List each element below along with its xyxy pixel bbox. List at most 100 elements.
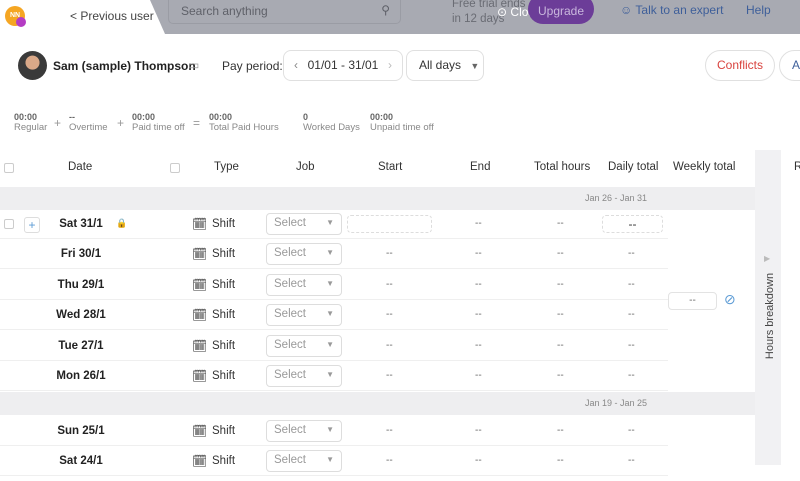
employee-name: Sam (sample) Thompson — [53, 59, 196, 73]
job-select[interactable]: Select ▼ — [266, 420, 342, 442]
col-r: R — [794, 161, 800, 173]
daily-total-value: -- — [628, 309, 635, 320]
row-type: Shift — [212, 218, 236, 230]
summary-regular: 00:00 Regular — [14, 112, 48, 133]
job-select-value: Select — [274, 369, 306, 381]
end-value[interactable]: -- — [475, 370, 482, 381]
start-value[interactable]: -- — [386, 279, 393, 290]
job-select-value: Select — [274, 454, 306, 466]
avatar — [18, 51, 47, 80]
start-value[interactable]: -- — [386, 455, 393, 466]
table-row: Tue 27/1 🗓 Shift Select ▼ -- -- -- -- — [0, 331, 668, 361]
row-date: Thu 29/1 — [57, 279, 105, 291]
end-value[interactable]: -- — [475, 425, 482, 436]
weekly-total-field[interactable]: -- — [668, 292, 717, 310]
start-input[interactable] — [347, 215, 432, 233]
pay-period-label: Pay period: — [222, 59, 283, 73]
job-select-value: Select — [274, 339, 306, 351]
select-all-checkbox[interactable] — [4, 163, 14, 173]
job-select[interactable]: Select ▼ — [266, 365, 342, 387]
start-value[interactable]: -- — [386, 425, 393, 436]
support-icon: ☺ — [620, 3, 633, 17]
job-select[interactable]: Select ▼ — [266, 274, 342, 296]
total-hours-value: -- — [557, 340, 564, 351]
table-row: Mon 26/1 🗓 Shift Select ▼ -- -- -- -- — [0, 361, 668, 391]
row-type: Shift — [212, 340, 236, 352]
calendar-icon: 🗓 — [192, 369, 208, 383]
job-select[interactable]: Select ▼ — [266, 335, 342, 357]
blocked-icon[interactable]: ⊘ — [724, 291, 736, 308]
talk-to-expert-link[interactable]: ☺ Talk to an expert — [620, 3, 723, 17]
search-input[interactable]: Search anything ⚲ — [168, 0, 401, 24]
badge-icon — [16, 17, 26, 27]
job-select[interactable]: Select ▼ — [266, 243, 342, 265]
job-select-value: Select — [274, 247, 306, 259]
add-button[interactable]: A — [779, 50, 800, 81]
start-value[interactable]: -- — [386, 248, 393, 259]
upgrade-button[interactable]: Upgrade — [528, 0, 594, 24]
col-date[interactable]: Date — [68, 161, 92, 173]
end-value[interactable]: -- — [475, 248, 482, 259]
total-hours-value: -- — [557, 309, 564, 320]
calendar-icon: 🗓 — [192, 247, 208, 261]
start-value[interactable]: -- — [386, 340, 393, 351]
row-type: Shift — [212, 279, 236, 291]
chevron-right-icon[interactable]: › — [388, 51, 392, 80]
chat-icon[interactable]: ▭ — [188, 58, 199, 72]
total-hours-value: -- — [557, 218, 564, 229]
type-checkbox[interactable] — [170, 163, 180, 173]
table-row: Fri 30/1 🗓 Shift Select ▼ -- -- -- -- — [0, 239, 668, 269]
table-row: Sat 24/1 🗓 Shift Select ▼ -- -- -- -- — [0, 446, 668, 476]
table-row: Thu 29/1 🗓 Shift Select ▼ -- -- -- -- — [0, 270, 668, 300]
pay-period-selector[interactable]: ‹ 01/01 - 31/01 › — [283, 50, 403, 81]
help-link[interactable]: Help — [746, 3, 771, 17]
search-placeholder: Search anything — [181, 4, 268, 18]
previous-user-link[interactable]: < Previous user — [70, 9, 154, 23]
daily-total-value: -- — [628, 425, 635, 436]
caret-down-icon: ▼ — [326, 218, 334, 227]
caret-down-icon: ▼ — [326, 370, 334, 379]
end-value[interactable]: -- — [475, 455, 482, 466]
chevron-left-icon[interactable]: ‹ — [294, 51, 298, 80]
row-type: Shift — [212, 309, 236, 321]
job-select-value: Select — [274, 424, 306, 436]
row-checkbox[interactable] — [4, 219, 14, 229]
total-hours-value: -- — [557, 248, 564, 259]
calendar-icon: 🗓 — [192, 308, 208, 322]
row-type: Shift — [212, 425, 236, 437]
job-select[interactable]: Select ▼ — [266, 304, 342, 326]
end-value[interactable]: -- — [475, 218, 482, 229]
days-filter-dropdown[interactable]: All days ▼ — [406, 50, 484, 81]
start-value[interactable]: -- — [386, 309, 393, 320]
col-start: Start — [378, 161, 403, 173]
job-select-value: Select — [274, 308, 306, 320]
job-select[interactable]: Select ▼ — [266, 450, 342, 472]
hours-breakdown-panel[interactable]: ▶ Hours breakdown — [755, 150, 781, 465]
summary-paid-time-off: 00:00 Paid time off — [132, 112, 185, 133]
hours-breakdown-label: Hours breakdown — [764, 272, 776, 360]
summary-unpaid: 00:00 Unpaid time off — [370, 112, 434, 133]
plus-operator: + — [117, 116, 125, 130]
job-select[interactable]: Select ▼ — [266, 213, 342, 235]
col-total-hours: Total hours — [534, 161, 591, 173]
row-type: Shift — [212, 455, 236, 467]
caret-down-icon: ▼ — [326, 279, 334, 288]
search-icon: ⚲ — [381, 3, 390, 17]
daily-total-field[interactable]: -- — [602, 215, 663, 233]
end-value[interactable]: -- — [475, 309, 482, 320]
daily-total-value: -- — [628, 248, 635, 259]
row-date: Tue 27/1 — [58, 340, 104, 352]
calendar-icon: 🗓 — [192, 339, 208, 353]
col-job: Job — [296, 161, 315, 173]
summary-total-paid: 00:00 Total Paid Hours — [209, 112, 279, 133]
week-band: Jan 19 - Jan 25 — [0, 392, 755, 415]
table-row: Sun 25/1 🗓 Shift Select ▼ -- -- -- -- — [0, 416, 668, 446]
table-row: + 🔒 Sat 31/1 🗓 Shift Select ▼ -- -- -- — [0, 209, 668, 239]
period-value: 01/01 - 31/01 — [307, 58, 379, 72]
start-value[interactable]: -- — [386, 370, 393, 381]
end-value[interactable]: -- — [475, 340, 482, 351]
summary-overtime: -- Overtime — [69, 112, 108, 133]
caret-down-icon: ▼ — [326, 309, 334, 318]
end-value[interactable]: -- — [475, 279, 482, 290]
conflicts-button[interactable]: Conflicts — [705, 50, 775, 81]
